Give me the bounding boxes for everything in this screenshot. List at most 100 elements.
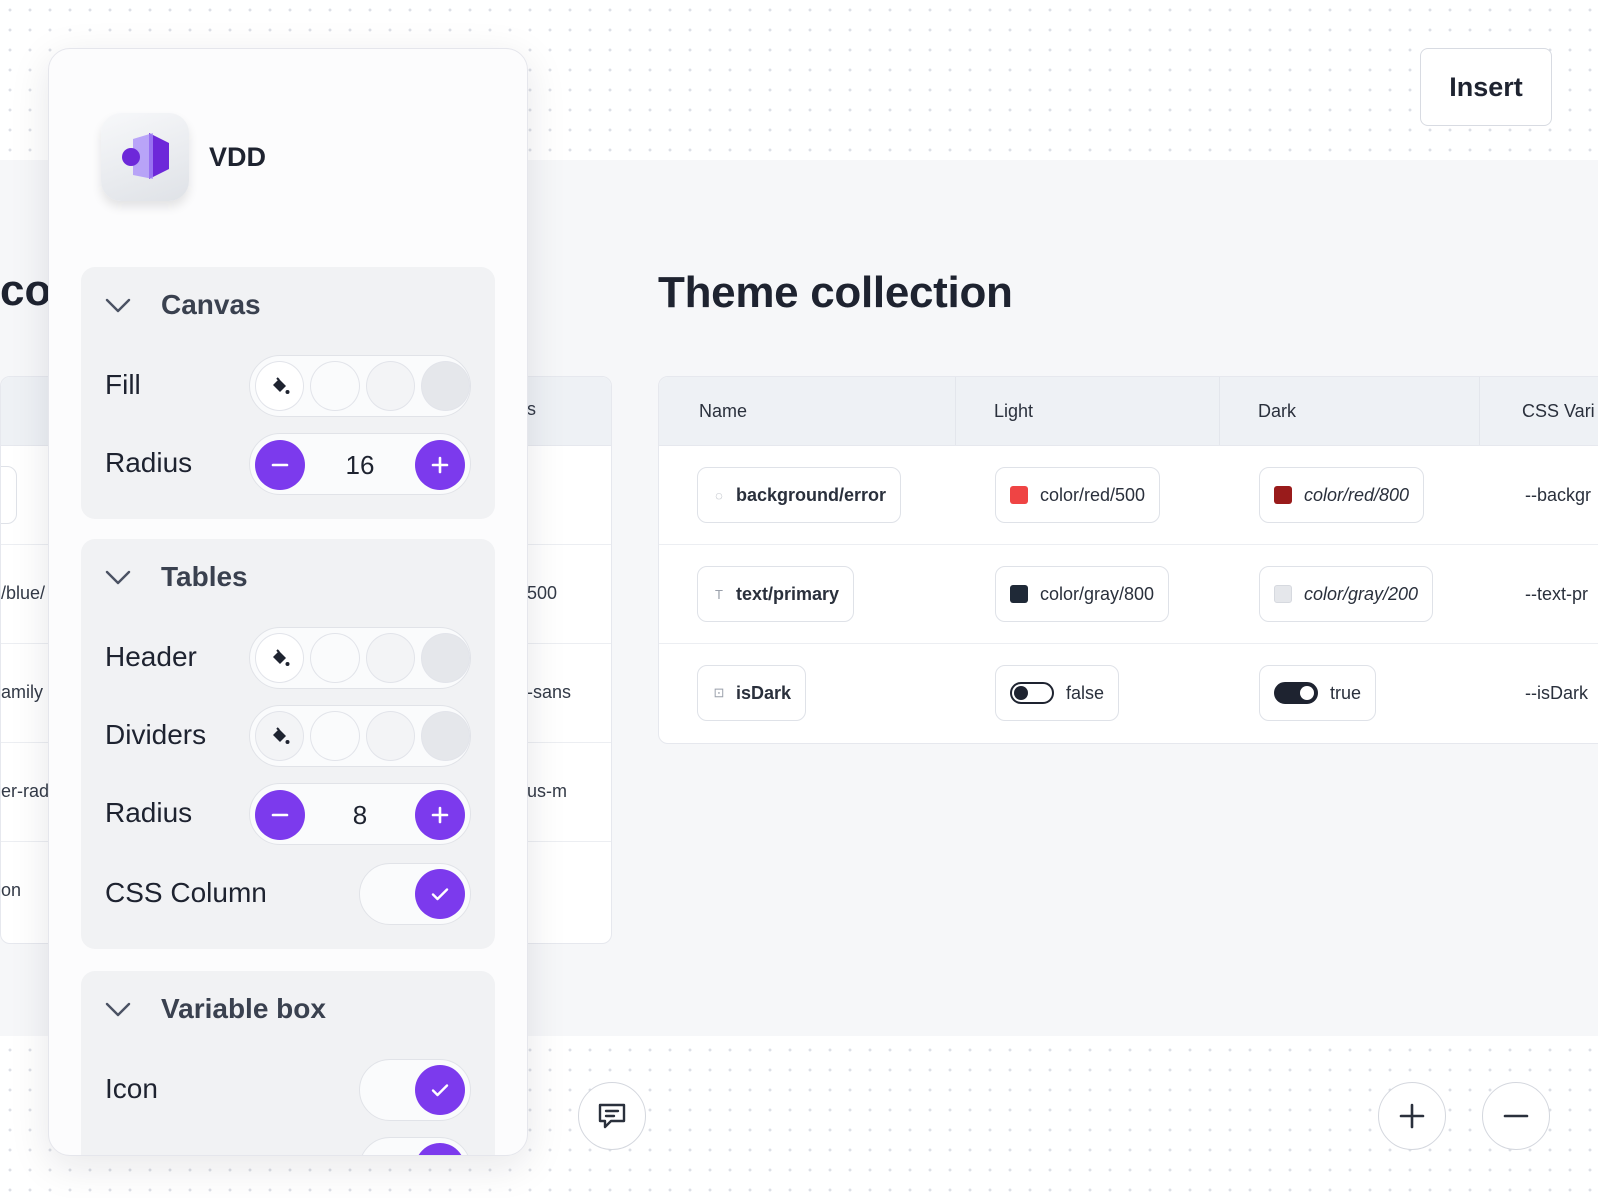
toggle-on-icon <box>1274 682 1318 704</box>
left-cell-fragment: amily <box>1 682 44 702</box>
color-swatch-option[interactable] <box>420 711 470 761</box>
left-cell-fragment: /blue/ <box>1 583 46 603</box>
app-logo <box>101 113 189 201</box>
canvas-section: Canvas Fill Radius 16 <box>81 267 495 519</box>
dividers-label: Dividers <box>105 719 207 750</box>
dark-value-chip[interactable]: color/red/800 <box>1259 467 1425 523</box>
boolean-variable-icon: ⊡ <box>713 685 725 700</box>
color-swatch-option[interactable] <box>420 633 470 683</box>
tables-radius-label: Radius <box>105 797 193 828</box>
left-cell-fragment: -sans <box>527 682 572 702</box>
css-variable: --text-pr <box>1525 584 1588 604</box>
column-header-light: Light <box>955 377 1033 445</box>
canvas-section-header[interactable]: Canvas <box>103 289 261 321</box>
canvas-radius-label: Radius <box>105 447 193 478</box>
color-swatch-option[interactable] <box>365 633 415 683</box>
color-swatch-option[interactable] <box>420 361 470 411</box>
plus-icon <box>431 806 449 824</box>
color-swatch <box>1010 486 1028 504</box>
increment-button[interactable] <box>415 790 465 840</box>
light-value-chip[interactable]: false <box>995 665 1120 721</box>
variable-chip[interactable]: ◌ background/error <box>697 467 902 523</box>
theme-collection-title: Theme collection <box>658 268 1013 317</box>
brand-name: VDD <box>209 141 267 172</box>
fill-label: Fill <box>105 369 141 400</box>
dark-value-chip[interactable]: true <box>1259 665 1377 721</box>
table-row: ◌ background/error color/red/500 color/r… <box>659 446 1598 545</box>
fill-swatches <box>249 355 471 417</box>
table-row: ⊡ isDark false true --isDark <box>659 644 1598 742</box>
color-swatch-option[interactable] <box>310 633 360 683</box>
paint-bucket-icon <box>272 727 290 744</box>
light-value-chip[interactable]: color/red/500 <box>995 467 1161 523</box>
comment-button[interactable] <box>578 1082 646 1150</box>
tables-radius-value[interactable]: 8 <box>310 784 410 846</box>
check-icon <box>415 869 465 919</box>
zoom-out-button[interactable] <box>1482 1082 1550 1150</box>
color-swatch <box>1274 585 1292 603</box>
color-variable-icon: ◌ <box>715 487 723 503</box>
dark-value-chip[interactable]: color/gray/200 <box>1259 566 1434 622</box>
left-header-fragment: s <box>527 399 536 419</box>
variable-box-section: Variable box Icon <box>81 971 495 1155</box>
text-variable-icon: T <box>715 586 723 602</box>
minus-icon <box>271 813 289 817</box>
settings-panel: VDD Canvas Fill Radius 16 Tables Header … <box>48 48 528 1156</box>
minus-icon <box>1503 1114 1529 1118</box>
table-row: T text/primary color/gray/800 color/gray… <box>659 545 1598 644</box>
zoom-in-button[interactable] <box>1378 1082 1446 1150</box>
left-cell-fragment: us-m <box>527 781 567 801</box>
increment-button[interactable] <box>415 440 465 490</box>
icon-label: Icon <box>105 1073 158 1104</box>
left-cell-fragment: er-rad <box>1 781 50 801</box>
tables-section-header[interactable]: Tables <box>103 561 248 593</box>
table-header: Name Light Dark CSS Vari <box>659 377 1598 446</box>
chevron-down-icon <box>105 298 131 313</box>
variable-chip[interactable]: T text/primary <box>697 566 855 622</box>
color-swatch <box>1010 585 1028 603</box>
column-header-css-variable: CSS Vari <box>1479 377 1595 445</box>
brand: VDD <box>101 113 266 201</box>
canvas-radius-stepper: 16 <box>249 433 471 495</box>
variable-chip[interactable]: ⊡ isDark <box>697 665 807 721</box>
css-column-label: CSS Column <box>105 877 267 908</box>
plus-icon <box>1399 1103 1425 1129</box>
decrement-button[interactable] <box>255 790 305 840</box>
variable-box-section-header[interactable]: Variable box <box>103 993 326 1025</box>
css-variable: --backgr <box>1525 485 1592 505</box>
dividers-swatches <box>249 705 471 767</box>
paint-bucket-swatch[interactable] <box>255 361 305 411</box>
paint-bucket-icon <box>272 649 290 666</box>
paint-bucket-icon <box>272 377 290 394</box>
css-column-toggle[interactable] <box>359 863 471 925</box>
minus-icon <box>271 463 289 467</box>
color-swatch-option[interactable] <box>365 711 415 761</box>
light-value-chip[interactable]: color/gray/800 <box>995 566 1170 622</box>
color-swatch-option[interactable] <box>310 711 360 761</box>
theme-collection-table: Name Light Dark CSS Vari ◌ background/er… <box>658 376 1598 744</box>
chevron-down-icon <box>105 570 131 585</box>
logo-icon <box>122 133 169 179</box>
comment-icon <box>598 1103 626 1129</box>
css-variable: --isDark <box>1525 683 1588 703</box>
header-label: Header <box>105 641 197 672</box>
column-header-name: Name <box>699 401 748 421</box>
decrement-button[interactable] <box>255 440 305 490</box>
paint-bucket-swatch[interactable] <box>255 711 305 761</box>
left-cell-fragment: on <box>1 880 22 900</box>
header-swatches <box>249 627 471 689</box>
toggle-off-icon <box>1010 682 1054 704</box>
color-swatch <box>1274 486 1292 504</box>
left-chip[interactable] <box>1 466 17 524</box>
column-header-dark: Dark <box>1219 377 1296 445</box>
insert-button[interactable]: Insert <box>1420 48 1552 126</box>
color-swatch-option[interactable] <box>310 361 360 411</box>
check-icon <box>415 1065 465 1115</box>
paint-bucket-swatch[interactable] <box>255 633 305 683</box>
icon-toggle[interactable] <box>359 1059 471 1121</box>
canvas-radius-value[interactable]: 16 <box>310 434 410 496</box>
color-swatch-option[interactable] <box>365 361 415 411</box>
chevron-down-icon <box>105 1002 131 1017</box>
check-icon <box>415 1143 465 1155</box>
next-toggle[interactable] <box>359 1137 471 1155</box>
